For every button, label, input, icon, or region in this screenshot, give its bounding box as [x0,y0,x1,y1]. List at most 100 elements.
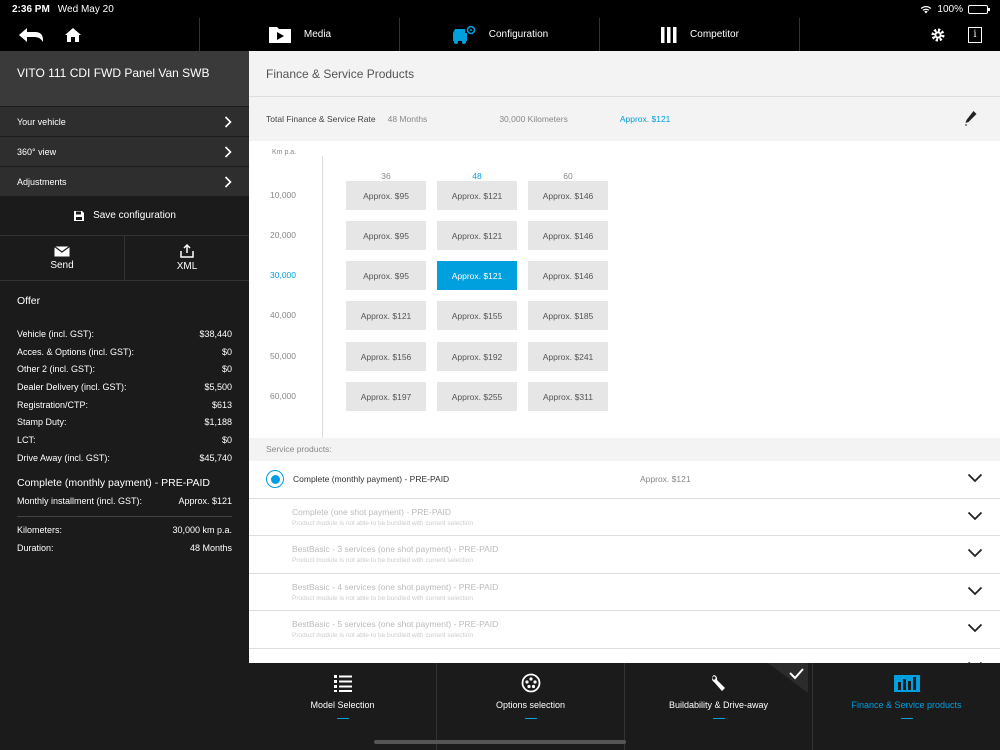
rate-label: Total Finance & Service Rate [266,114,376,124]
tab-media-label: Media [303,29,332,40]
tab-buildability[interactable]: Buildability & Drive-away [625,663,813,750]
rate-cell-button[interactable]: Approx. $241 [528,342,608,371]
xml-button[interactable]: XML [125,236,249,280]
service-name: Complete (monthly payment) - PRE-PAID [293,474,450,485]
rate-cell-button[interactable]: Approx. $146 [528,181,608,210]
rate-cell-button[interactable]: Approx. $146 [528,221,608,250]
offer-line: Drive Away (incl. GST): $45,740 [17,452,232,463]
sidebar-item-your-vehicle[interactable]: Your vehicle [0,106,249,136]
save-configuration-label: Save configuration [93,210,176,221]
info-icon[interactable]: i [968,26,982,43]
send-button[interactable]: Send [0,236,125,280]
service-note: Product module is not able to be bundled… [292,594,474,602]
chevron-right-icon [224,175,232,188]
divider [17,516,232,518]
tab-label: Options selection [495,700,566,710]
km-unit-label: Km p.a. [272,149,297,156]
sidebar-item-adjustments[interactable]: Adjustments [0,166,249,196]
tab-underline [900,718,913,719]
service-name: BestBasic - 3 services (one shot payment… [292,544,499,555]
offer-line: Acces. & Options (incl. GST): $0 [17,346,232,357]
home-indicator[interactable] [374,740,626,744]
service-product-row[interactable]: Complete (monthly payment) - PRE-PAID App… [249,461,1000,499]
back-arrow-icon[interactable] [18,27,44,43]
service-note: Product module is not able to be bundled… [292,519,474,527]
radio-selected[interactable] [266,470,284,489]
rate-cell-button[interactable]: Approx. $146 [528,261,608,290]
tab-finance-service[interactable]: Finance & Service products [813,663,1000,750]
offer-line: Duration: 48 Months [17,542,232,553]
rate-cell-button[interactable]: Approx. $155 [437,301,517,330]
tab-media[interactable]: Media [200,18,400,51]
rate-cell-button[interactable]: Approx. $255 [437,382,517,411]
rate-months: 48 Months [387,114,428,124]
rate-cell-button[interactable]: Approx. $95 [346,261,426,290]
status-time: 2:36 PM [12,3,50,15]
sidebar-item-label: 360° view [17,146,57,157]
gear-icon[interactable] [930,27,946,43]
offer-line: Monthly installment (incl. GST): Approx. … [17,496,232,507]
home-icon[interactable] [64,27,82,43]
send-label: Send [50,259,74,271]
rate-cell-button[interactable]: Approx. $311 [528,382,608,411]
pencil-icon[interactable] [964,110,978,126]
offer-line: LCT: $0 [17,434,232,445]
service-note: Product module is not able to be bundled… [292,557,474,565]
rate-cell-button[interactable]: Approx. $95 [346,221,426,250]
status-date: Wed May 20 [57,3,114,15]
battery-percent: 100% [937,3,963,15]
service-list: Complete (monthly payment) - PRE-PAID App… [249,461,1000,663]
rate-cell-button[interactable]: Approx. $197 [346,382,426,411]
tab-label: Finance & Service products [851,700,962,710]
rate-cell-button[interactable]: Approx. $192 [437,342,517,371]
km-row-label: 20,000 [270,230,296,240]
service-product-row[interactable]: SelectPlus - 4 services (one shot paymen… [249,649,1000,663]
km-row-label: 60,000 [270,391,296,401]
tab-label: Buildability & Drive-away [668,700,769,710]
month-header: 48 [472,171,482,181]
rate-km: 30,000 Kilometers [499,114,568,124]
tab-underline [336,718,349,719]
floppy-disk-icon [74,210,85,221]
tab-configuration[interactable]: Configuration [400,18,600,51]
service-product-row[interactable]: Complete (one shot payment) - PRE-PAID Pr… [249,499,1000,536]
tab-configuration-label: Configuration [488,29,549,40]
month-header: 36 [381,171,391,181]
mail-icon [54,245,70,256]
tab-competitor[interactable]: Competitor [600,18,800,51]
tab-underline [712,718,725,719]
service-product-row[interactable]: BestBasic - 3 services (one shot payment… [249,536,1000,574]
check-icon [768,663,808,693]
sidebar: VITO 111 CDI FWD Panel Van SWB Your vehi… [0,51,249,750]
sidebar-item-label: Adjustments [17,176,67,187]
service-products-label: Service products: [249,438,1000,461]
tab-label: Model Selection [310,700,375,710]
rate-cell-button[interactable]: Approx. $156 [346,342,426,371]
service-product-row[interactable]: BestBasic - 4 services (one shot payment… [249,574,1000,611]
km-row-label: 10,000 [270,190,296,200]
van-gear-icon [452,25,476,44]
service-name: BestBasic - 5 services (one shot payment… [292,619,499,630]
sidebar-item-360-view[interactable]: 360° view [0,136,249,166]
offer-title: Offer [17,295,41,307]
rate-cell-button[interactable]: Approx. $95 [346,181,426,210]
tab-options-selection[interactable]: Options selection [437,663,625,750]
save-configuration-button[interactable]: Save configuration [0,196,249,236]
bottom-tab-bar: Model Selection Options selection Builda… [249,663,1000,750]
service-name: Complete (one shot payment) - PRE-PAID [292,506,452,517]
rate-cell-button[interactable]: Approx. $185 [528,301,608,330]
rate-cell-button[interactable]: Approx. $121 [437,261,517,290]
service-product-row[interactable]: BestBasic - 5 services (one shot payment… [249,611,1000,649]
page-title: Finance & Service Products [249,51,1000,97]
share-icon [180,244,194,258]
month-header: 60 [563,171,573,181]
chevron-right-icon [224,115,232,128]
offer-line: Kilometers: 30,000 km p.a. [17,525,232,536]
rate-cell-button[interactable]: Approx. $121 [437,221,517,250]
tab-model-selection[interactable]: Model Selection [249,663,437,750]
main-panel: Finance & Service Products Total Finance… [249,51,1000,663]
rate-cell-button[interactable]: Approx. $121 [346,301,426,330]
sidebar-item-label: Your vehicle [17,116,66,127]
rate-cell-button[interactable]: Approx. $121 [437,181,517,210]
list-icon [333,675,352,692]
